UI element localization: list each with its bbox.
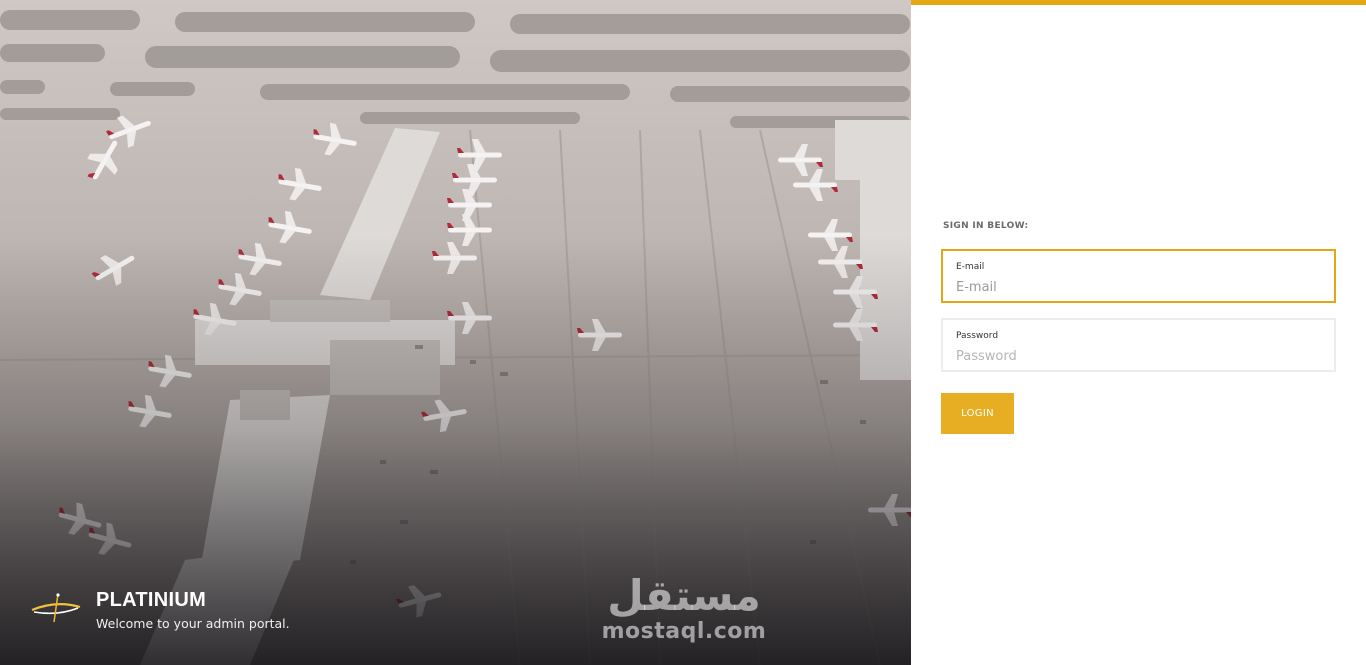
brand-tagline: Welcome to your admin portal. bbox=[96, 616, 290, 631]
login-page: PLATINIUM Welcome to your admin portal. … bbox=[0, 0, 1366, 665]
brand-name: PLATINIUM bbox=[96, 589, 207, 611]
plane-swoosh-icon bbox=[28, 588, 84, 628]
watermark-arabic: مستقل bbox=[607, 571, 761, 620]
email-input[interactable] bbox=[956, 277, 1316, 297]
login-button[interactable]: LOGIN bbox=[941, 393, 1014, 434]
password-input[interactable] bbox=[956, 346, 1316, 366]
watermark: مستقل mostaql.com bbox=[598, 570, 770, 644]
accent-bar bbox=[911, 0, 1366, 5]
email-label: E-mail bbox=[956, 262, 985, 272]
signin-panel: SIGN IN BELOW: E-mail Password LOGIN bbox=[911, 0, 1366, 665]
password-field[interactable]: Password bbox=[941, 318, 1336, 372]
signin-heading: SIGN IN BELOW: bbox=[943, 221, 1029, 231]
watermark-latin: mostaql.com bbox=[601, 619, 767, 644]
email-field[interactable]: E-mail bbox=[941, 249, 1336, 303]
hero-image-panel: PLATINIUM Welcome to your admin portal. … bbox=[0, 0, 911, 665]
password-label: Password bbox=[956, 331, 999, 341]
brand-block: PLATINIUM Welcome to your admin portal. bbox=[28, 588, 290, 633]
